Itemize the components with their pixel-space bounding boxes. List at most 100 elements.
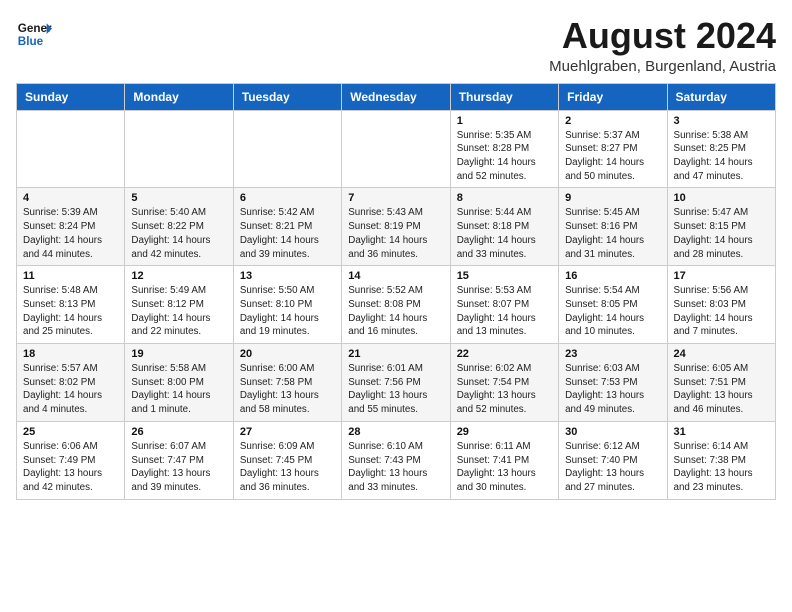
day-cell: 23Sunrise: 6:03 AM Sunset: 7:53 PM Dayli…: [559, 344, 667, 422]
day-info: Sunrise: 6:02 AM Sunset: 7:54 PM Dayligh…: [457, 362, 552, 417]
day-number: 18: [23, 348, 118, 360]
day-info: Sunrise: 6:00 AM Sunset: 7:58 PM Dayligh…: [240, 362, 335, 417]
logo: General Blue: [16, 16, 52, 52]
day-info: Sunrise: 6:05 AM Sunset: 7:51 PM Dayligh…: [674, 362, 769, 417]
day-cell: 12 Sunrise: 5:49 AM Sunset: 8:12 PM Dayli…: [125, 266, 233, 344]
logo-icon: General Blue: [16, 16, 52, 52]
day-number: 28: [348, 426, 443, 438]
day-cell: 16 Sunrise: 5:54 AM Sunset: 8:05 PM Dayli…: [559, 266, 667, 344]
day-info: Sunrise: 5:40 AM Sunset: 8:22 PM Dayligh…: [131, 206, 226, 261]
day-cell: 24 Sunrise: 6:05 AM Sunset: 7:51 PM Dayli…: [667, 344, 775, 422]
day-cell: 15 Sunrise: 5:53 AM Sunset: 8:07 PM Dayli…: [450, 266, 558, 344]
day-number: 1: [457, 115, 552, 127]
day-info: Sunrise: 5:50 AM Sunset: 8:10 PM Dayligh…: [240, 284, 335, 339]
day-cell: 13 Sunrise: 5:50 AM Sunset: 8:10 PM Dayli…: [233, 266, 341, 344]
weekday-header-saturday: Saturday: [667, 83, 775, 110]
location-title: Muehlgraben, Burgenland, Austria: [549, 58, 776, 75]
day-number: 29: [457, 426, 552, 438]
day-number: 9: [565, 192, 660, 204]
day-cell: 18 Sunrise: 5:57 AM Sunset: 8:02 PM Dayli…: [17, 344, 125, 422]
day-number: 12: [131, 270, 226, 282]
svg-text:Blue: Blue: [18, 35, 44, 48]
day-cell: 2 Sunrise: 5:37 AM Sunset: 8:27 PM Daylig…: [559, 110, 667, 188]
day-cell: 27Sunrise: 6:09 AM Sunset: 7:45 PM Dayli…: [233, 421, 341, 499]
day-info: Sunrise: 6:01 AM Sunset: 7:56 PM Dayligh…: [348, 362, 443, 417]
day-info: Sunrise: 6:07 AM Sunset: 7:47 PM Dayligh…: [131, 440, 226, 495]
day-number: 26: [131, 426, 226, 438]
day-cell: 21 Sunrise: 6:01 AM Sunset: 7:56 PM Dayli…: [342, 344, 450, 422]
day-cell: 1 Sunrise: 5:35 AM Sunset: 8:28 PM Daylig…: [450, 110, 558, 188]
day-number: 6: [240, 192, 335, 204]
day-cell: 29 Sunrise: 6:11 AM Sunset: 7:41 PM Dayli…: [450, 421, 558, 499]
day-info: Sunrise: 5:47 AM Sunset: 8:15 PM Dayligh…: [674, 206, 769, 261]
day-number: 2: [565, 115, 660, 127]
day-info: Sunrise: 5:56 AM Sunset: 8:03 PM Dayligh…: [674, 284, 769, 339]
day-cell: [342, 110, 450, 188]
day-cell: 11 Sunrise: 5:48 AM Sunset: 8:13 PM Dayli…: [17, 266, 125, 344]
page-header: General Blue August 2024 Muehlgraben, Bu…: [16, 16, 776, 75]
month-title: August 2024: [549, 16, 776, 56]
weekday-header-row: SundayMondayTuesdayWednesdayThursdayFrid…: [17, 83, 776, 110]
week-row-4: 18 Sunrise: 5:57 AM Sunset: 8:02 PM Dayli…: [17, 344, 776, 422]
day-number: 13: [240, 270, 335, 282]
day-number: 25: [23, 426, 118, 438]
day-number: 22: [457, 348, 552, 360]
day-cell: 8 Sunrise: 5:44 AM Sunset: 8:18 PM Daylig…: [450, 188, 558, 266]
day-number: 14: [348, 270, 443, 282]
day-number: 7: [348, 192, 443, 204]
day-cell: 9 Sunrise: 5:45 AM Sunset: 8:16 PM Daylig…: [559, 188, 667, 266]
week-row-5: 25Sunrise: 6:06 AM Sunset: 7:49 PM Dayli…: [17, 421, 776, 499]
day-cell: 28 Sunrise: 6:10 AM Sunset: 7:43 PM Dayli…: [342, 421, 450, 499]
day-number: 23: [565, 348, 660, 360]
day-number: 19: [131, 348, 226, 360]
day-number: 24: [674, 348, 769, 360]
weekday-header-wednesday: Wednesday: [342, 83, 450, 110]
day-cell: 3 Sunrise: 5:38 AM Sunset: 8:25 PM Daylig…: [667, 110, 775, 188]
day-number: 31: [674, 426, 769, 438]
day-info: Sunrise: 5:53 AM Sunset: 8:07 PM Dayligh…: [457, 284, 552, 339]
day-info: Sunrise: 5:58 AM Sunset: 8:00 PM Dayligh…: [131, 362, 226, 417]
day-cell: 6Sunrise: 5:42 AM Sunset: 8:21 PM Daylig…: [233, 188, 341, 266]
day-number: 8: [457, 192, 552, 204]
day-number: 5: [131, 192, 226, 204]
calendar-table: SundayMondayTuesdayWednesdayThursdayFrid…: [16, 83, 776, 500]
weekday-header-sunday: Sunday: [17, 83, 125, 110]
day-number: 11: [23, 270, 118, 282]
day-cell: 19 Sunrise: 5:58 AM Sunset: 8:00 PM Dayli…: [125, 344, 233, 422]
day-number: 20: [240, 348, 335, 360]
day-info: Sunrise: 6:14 AM Sunset: 7:38 PM Dayligh…: [674, 440, 769, 495]
day-cell: 22 Sunrise: 6:02 AM Sunset: 7:54 PM Dayli…: [450, 344, 558, 422]
week-row-3: 11 Sunrise: 5:48 AM Sunset: 8:13 PM Dayli…: [17, 266, 776, 344]
day-info: Sunrise: 5:54 AM Sunset: 8:05 PM Dayligh…: [565, 284, 660, 339]
day-info: Sunrise: 5:35 AM Sunset: 8:28 PM Dayligh…: [457, 129, 552, 184]
weekday-header-thursday: Thursday: [450, 83, 558, 110]
day-info: Sunrise: 5:39 AM Sunset: 8:24 PM Dayligh…: [23, 206, 118, 261]
day-info: Sunrise: 6:12 AM Sunset: 7:40 PM Dayligh…: [565, 440, 660, 495]
weekday-header-tuesday: Tuesday: [233, 83, 341, 110]
day-number: 3: [674, 115, 769, 127]
day-info: Sunrise: 5:45 AM Sunset: 8:16 PM Dayligh…: [565, 206, 660, 261]
day-info: Sunrise: 5:52 AM Sunset: 8:08 PM Dayligh…: [348, 284, 443, 339]
day-number: 21: [348, 348, 443, 360]
day-info: Sunrise: 5:44 AM Sunset: 8:18 PM Dayligh…: [457, 206, 552, 261]
day-cell: 25Sunrise: 6:06 AM Sunset: 7:49 PM Dayli…: [17, 421, 125, 499]
day-info: Sunrise: 5:37 AM Sunset: 8:27 PM Dayligh…: [565, 129, 660, 184]
day-cell: [233, 110, 341, 188]
day-number: 16: [565, 270, 660, 282]
day-cell: [125, 110, 233, 188]
day-cell: 7Sunrise: 5:43 AM Sunset: 8:19 PM Daylig…: [342, 188, 450, 266]
day-cell: 10Sunrise: 5:47 AM Sunset: 8:15 PM Dayli…: [667, 188, 775, 266]
day-number: 4: [23, 192, 118, 204]
day-info: Sunrise: 6:11 AM Sunset: 7:41 PM Dayligh…: [457, 440, 552, 495]
day-number: 27: [240, 426, 335, 438]
day-number: 15: [457, 270, 552, 282]
day-info: Sunrise: 5:57 AM Sunset: 8:02 PM Dayligh…: [23, 362, 118, 417]
day-info: Sunrise: 5:38 AM Sunset: 8:25 PM Dayligh…: [674, 129, 769, 184]
day-cell: 31 Sunrise: 6:14 AM Sunset: 7:38 PM Dayli…: [667, 421, 775, 499]
day-info: Sunrise: 5:48 AM Sunset: 8:13 PM Dayligh…: [23, 284, 118, 339]
day-info: Sunrise: 5:49 AM Sunset: 8:12 PM Dayligh…: [131, 284, 226, 339]
day-info: Sunrise: 6:10 AM Sunset: 7:43 PM Dayligh…: [348, 440, 443, 495]
day-cell: 14 Sunrise: 5:52 AM Sunset: 8:08 PM Dayli…: [342, 266, 450, 344]
day-cell: 26 Sunrise: 6:07 AM Sunset: 7:47 PM Dayli…: [125, 421, 233, 499]
day-cell: 5 Sunrise: 5:40 AM Sunset: 8:22 PM Daylig…: [125, 188, 233, 266]
